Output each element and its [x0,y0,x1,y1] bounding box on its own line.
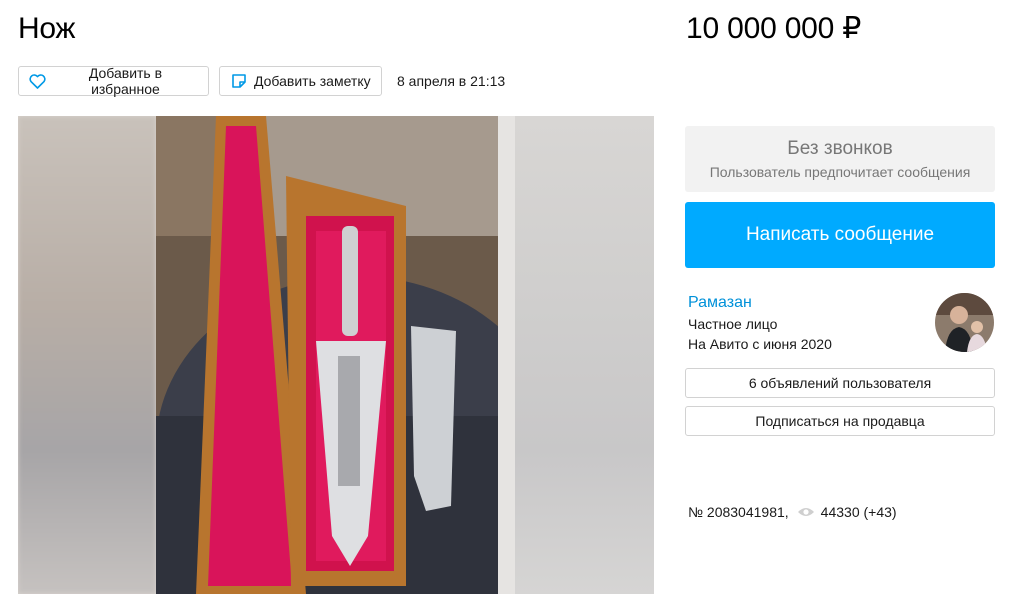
listing-meta: № 2083041981, 44330 (+43) [688,503,897,521]
seller-since: На Авито с июня 2020 [688,336,832,352]
add-to-favorites-label: Добавить в избранное [88,65,163,97]
seller-ads-button[interactable]: 6 объявлений пользователя [685,368,995,398]
photo-gallery[interactable] [18,116,654,594]
eye-icon [797,506,815,518]
seller-name-link[interactable]: Рамазан [688,293,752,313]
knife-photo[interactable] [156,116,515,594]
listing-price: 10 000 000 ₽ [686,12,862,45]
no-calls-notice: Без звонков Пользователь предпочитает со… [685,126,995,192]
no-calls-subtitle: Пользователь предпочитает сообщения [709,164,971,180]
seller-avatar[interactable] [935,293,994,352]
add-note-label: Добавить заметку [254,73,371,89]
note-icon [230,72,248,90]
seller-type: Частное лицо [688,316,778,332]
listing-number: № 2083041981, [688,504,789,520]
gallery-blur-left [18,116,156,594]
subscribe-seller-button[interactable]: Подписаться на продавца [685,406,995,436]
listing-date: 8 апреля в 21:13 [397,73,506,89]
write-message-button[interactable]: Написать сообщение [685,202,995,268]
listing-views: 44330 (+43) [820,504,897,520]
listing-actions: Добавить в избранное Добавить заметку 8 … [18,65,506,97]
add-note-button[interactable]: Добавить заметку [219,66,382,96]
gallery-blur-right [515,116,654,594]
add-to-favorites-button[interactable]: Добавить в избранное [18,65,209,97]
no-calls-title: Без звонков [787,138,893,159]
heart-icon [29,72,47,90]
listing-title: Нож [18,12,76,45]
